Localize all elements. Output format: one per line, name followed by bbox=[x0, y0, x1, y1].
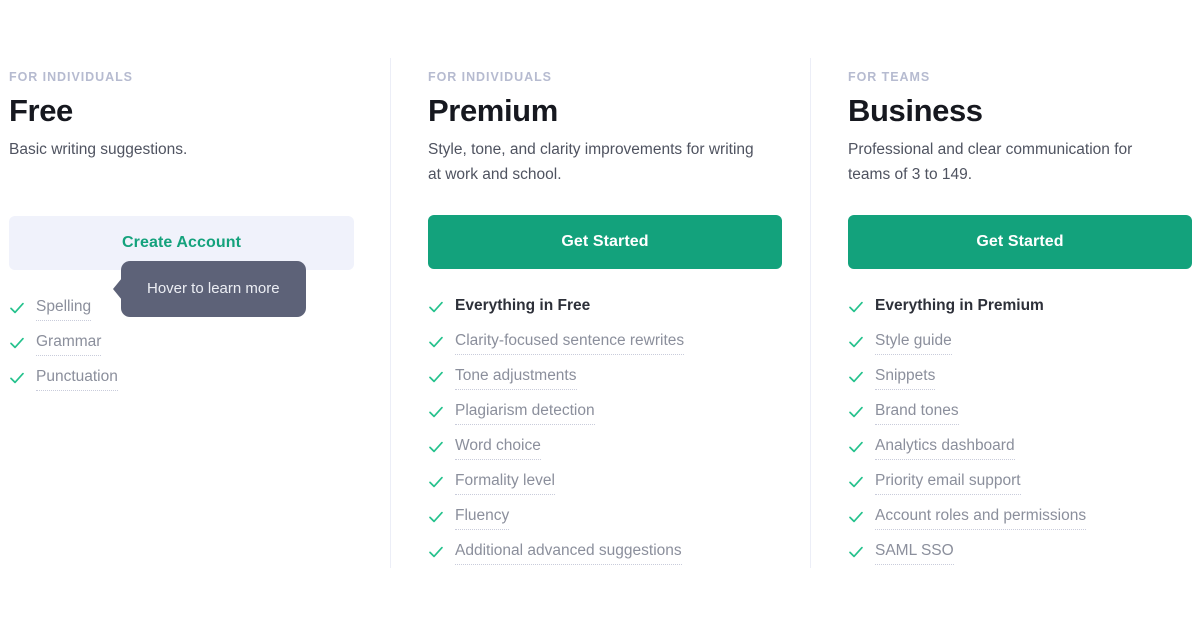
check-icon bbox=[9, 370, 25, 386]
feature-label: Spelling bbox=[36, 296, 92, 321]
feature-item[interactable]: Additional advanced suggestions bbox=[428, 540, 782, 575]
feature-item[interactable]: Analytics dashboard bbox=[848, 435, 1192, 470]
feature-label: Grammar bbox=[36, 331, 102, 356]
check-icon bbox=[848, 404, 864, 420]
plan-description: Style, tone, and clarity improvements fo… bbox=[428, 141, 754, 183]
check-icon bbox=[9, 300, 25, 316]
plan-title: Business bbox=[848, 93, 983, 128]
feature-label: Everything in Premium bbox=[875, 297, 1044, 314]
check-icon bbox=[428, 369, 444, 385]
plan-eyebrow: FOR INDIVIDUALS bbox=[9, 70, 133, 84]
feature-label: Additional advanced suggestions bbox=[455, 540, 682, 565]
feature-label: Punctuation bbox=[36, 366, 118, 391]
plan-description: Basic writing suggestions. bbox=[9, 141, 188, 158]
check-icon bbox=[428, 299, 444, 315]
plan-eyebrow: FOR TEAMS bbox=[848, 70, 931, 84]
feature-label: Clarity-focused sentence rewrites bbox=[455, 330, 685, 355]
plan-card-premium: FOR INDIVIDUALS Premium Style, tone, and… bbox=[390, 0, 810, 575]
check-icon bbox=[848, 474, 864, 490]
check-icon bbox=[848, 544, 864, 560]
check-icon bbox=[428, 544, 444, 560]
plan-card-business: FOR TEAMS Business Professional and clea… bbox=[810, 0, 1200, 575]
create-account-button[interactable]: Create Account bbox=[9, 216, 354, 270]
feature-label: Formality level bbox=[455, 470, 555, 495]
check-icon bbox=[428, 474, 444, 490]
check-icon bbox=[428, 509, 444, 525]
check-icon bbox=[848, 439, 864, 455]
feature-item[interactable]: Brand tones bbox=[848, 400, 1192, 435]
feature-item[interactable]: Priority email support bbox=[848, 470, 1192, 505]
feature-item[interactable]: Clarity-focused sentence rewrites bbox=[428, 330, 782, 365]
feature-item[interactable]: Snippets bbox=[848, 365, 1192, 400]
check-icon bbox=[848, 509, 864, 525]
feature-label: Everything in Free bbox=[455, 297, 591, 314]
feature-list-premium: Everything in Free Clarity-focused sente… bbox=[428, 295, 782, 575]
feature-item[interactable]: Everything in Premium bbox=[848, 295, 1192, 330]
feature-label: Word choice bbox=[455, 435, 541, 460]
feature-item[interactable]: Style guide bbox=[848, 330, 1192, 365]
check-icon bbox=[848, 369, 864, 385]
get-started-button-premium[interactable]: Get Started bbox=[428, 215, 782, 269]
feature-item[interactable]: SAML SSO bbox=[848, 540, 1192, 575]
feature-item[interactable]: Formality level bbox=[428, 470, 782, 505]
feature-label: Priority email support bbox=[875, 470, 1021, 495]
plan-title: Free bbox=[9, 93, 73, 128]
feature-list-free: Spelling Grammar Punctuation bbox=[9, 296, 354, 401]
get-started-button-business[interactable]: Get Started bbox=[848, 215, 1192, 269]
feature-item[interactable]: Punctuation bbox=[9, 366, 354, 401]
feature-item[interactable]: Plagiarism detection bbox=[428, 400, 782, 435]
check-icon bbox=[428, 439, 444, 455]
check-icon bbox=[848, 299, 864, 315]
check-icon bbox=[428, 334, 444, 350]
feature-label: Analytics dashboard bbox=[875, 435, 1015, 460]
feature-label: Snippets bbox=[875, 365, 936, 390]
feature-item[interactable]: Grammar bbox=[9, 331, 354, 366]
feature-label: Account roles and permissions bbox=[875, 505, 1087, 530]
feature-item[interactable]: Spelling bbox=[9, 296, 354, 331]
feature-item[interactable]: Word choice bbox=[428, 435, 782, 470]
plan-columns: FOR INDIVIDUALS Free Basic writing sugge… bbox=[0, 0, 1200, 630]
plan-eyebrow: FOR INDIVIDUALS bbox=[428, 70, 552, 84]
plan-card-free: FOR INDIVIDUALS Free Basic writing sugge… bbox=[0, 0, 390, 401]
check-icon bbox=[848, 334, 864, 350]
feature-label: Tone adjustments bbox=[455, 365, 577, 390]
plan-cta-slot: Get Started bbox=[848, 215, 1192, 269]
feature-label: Plagiarism detection bbox=[455, 400, 595, 425]
check-icon bbox=[428, 404, 444, 420]
feature-item[interactable]: Account roles and permissions bbox=[848, 505, 1192, 540]
feature-label: SAML SSO bbox=[875, 540, 954, 565]
feature-list-business: Everything in Premium Style guide Snippe… bbox=[848, 295, 1192, 575]
pricing-plans-board: FOR INDIVIDUALS Free Basic writing sugge… bbox=[0, 0, 1200, 630]
check-icon bbox=[9, 335, 25, 351]
plan-title: Premium bbox=[428, 93, 558, 128]
plan-cta-slot: Create Account bbox=[9, 216, 354, 270]
feature-item[interactable]: Everything in Free bbox=[428, 295, 782, 330]
plan-description: Professional and clear communication for… bbox=[848, 141, 1133, 183]
feature-item[interactable]: Tone adjustments bbox=[428, 365, 782, 400]
feature-label: Brand tones bbox=[875, 400, 959, 425]
feature-label: Style guide bbox=[875, 330, 952, 355]
feature-item[interactable]: Fluency bbox=[428, 505, 782, 540]
feature-label: Fluency bbox=[455, 505, 510, 530]
plan-cta-slot: Get Started bbox=[428, 215, 782, 269]
